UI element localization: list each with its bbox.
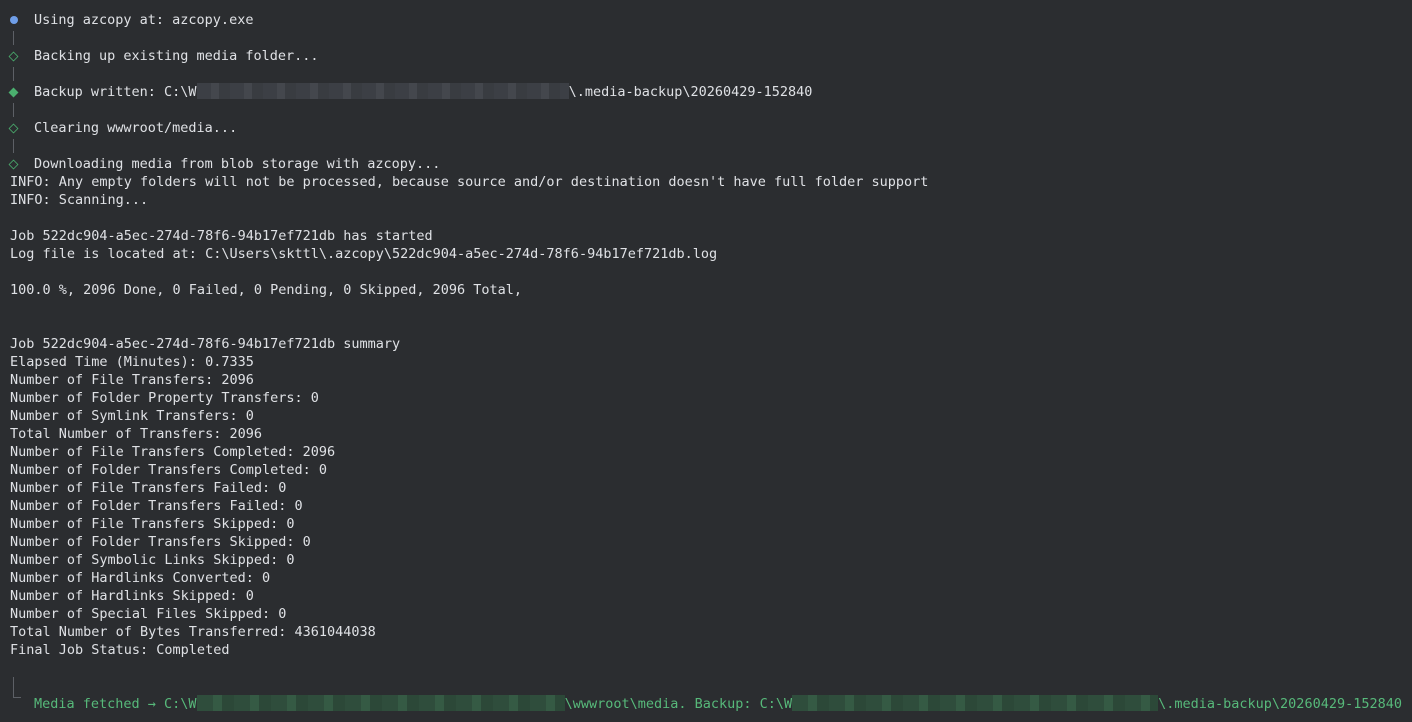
summary-line: Total Number of Transfers: 2096	[10, 426, 262, 442]
timeline-end-hook	[13, 697, 21, 698]
step-text: Backing up existing media folder...	[34, 48, 319, 64]
summary-line: Number of Folder Transfers Skipped: 0	[10, 534, 311, 550]
redacted-path	[196, 83, 569, 99]
diamond-outline-icon	[8, 123, 19, 134]
timeline-connector	[13, 677, 14, 698]
log-line: INFO: Any empty folders will not be proc…	[10, 174, 929, 190]
backup-path-prefix: Backup written: C:\W	[34, 84, 197, 100]
redacted-path	[792, 695, 1159, 711]
log-line: Log file is located at: C:\Users\skttl\.…	[10, 246, 718, 262]
final-message-part1: Media fetched → C:\W	[34, 696, 197, 712]
summary-header: Job 522dc904-a5ec-274d-78f6-94b17ef721db…	[10, 336, 401, 352]
terminal-output: Using azcopy at: azcopy.exe Backing up e…	[0, 0, 1412, 722]
summary-line: Number of Folder Transfers Completed: 0	[10, 462, 327, 478]
step-text: Downloading media from blob storage with…	[34, 156, 441, 172]
redacted-path	[196, 695, 565, 711]
timeline-connector	[13, 139, 14, 153]
step-text: Clearing wwwroot/media...	[34, 120, 238, 136]
final-status-line: Final Job Status: Completed	[10, 642, 230, 658]
summary-line: Number of Folder Property Transfers: 0	[10, 390, 319, 406]
summary-line: Number of File Transfers Skipped: 0	[10, 516, 295, 532]
summary-line: Elapsed Time (Minutes): 0.7335	[10, 354, 254, 370]
summary-line: Number of File Transfers Completed: 2096	[10, 444, 336, 460]
final-message: Media fetched → C:\W \wwwroot\media. Back…	[34, 695, 1412, 713]
log-line: Job 522dc904-a5ec-274d-78f6-94b17ef721db…	[10, 228, 433, 244]
timeline-connector	[13, 67, 14, 81]
step-row: Backing up existing media folder...	[0, 47, 1412, 65]
summary-line: Number of File Transfers: 2096	[10, 372, 254, 388]
diamond-outline-icon	[8, 51, 19, 62]
backup-path-suffix: \.media-backup\20260429-152840	[568, 84, 813, 100]
final-message-part2: \wwwroot\media. Backup: C:\W	[564, 696, 793, 712]
summary-line: Total Number of Bytes Transferred: 43610…	[10, 624, 376, 640]
summary-line: Number of Symlink Transfers: 0	[10, 408, 254, 424]
summary-line: Number of Hardlinks Skipped: 0	[10, 588, 254, 604]
timeline-connector	[13, 103, 14, 117]
step-row: Using azcopy at: azcopy.exe	[0, 11, 1412, 29]
info-dot-icon	[10, 16, 18, 24]
final-message-part3: \.media-backup\20260429-152840	[1158, 696, 1402, 712]
step-text: Using azcopy at: azcopy.exe	[34, 12, 254, 28]
diamond-filled-icon	[8, 87, 19, 98]
summary-line: Number of File Transfers Failed: 0	[10, 480, 287, 496]
step-text: Backup written: C:\W \.media-backup\20260…	[34, 83, 812, 101]
summary-line: Number of Special Files Skipped: 0	[10, 606, 287, 622]
progress-line: 100.0 %, 2096 Done, 0 Failed, 0 Pending,…	[10, 282, 523, 298]
step-row: Clearing wwwroot/media...	[0, 119, 1412, 137]
summary-line: Number of Symbolic Links Skipped: 0	[10, 552, 295, 568]
step-row: Backup written: C:\W \.media-backup\20260…	[0, 83, 1412, 101]
log-line: INFO: Scanning...	[10, 192, 149, 208]
timeline-connector	[13, 31, 14, 45]
diamond-outline-icon	[8, 159, 19, 170]
summary-line: Number of Hardlinks Converted: 0	[10, 570, 271, 586]
step-row: Downloading media from blob storage with…	[0, 155, 1412, 173]
summary-line: Number of Folder Transfers Failed: 0	[10, 498, 303, 514]
